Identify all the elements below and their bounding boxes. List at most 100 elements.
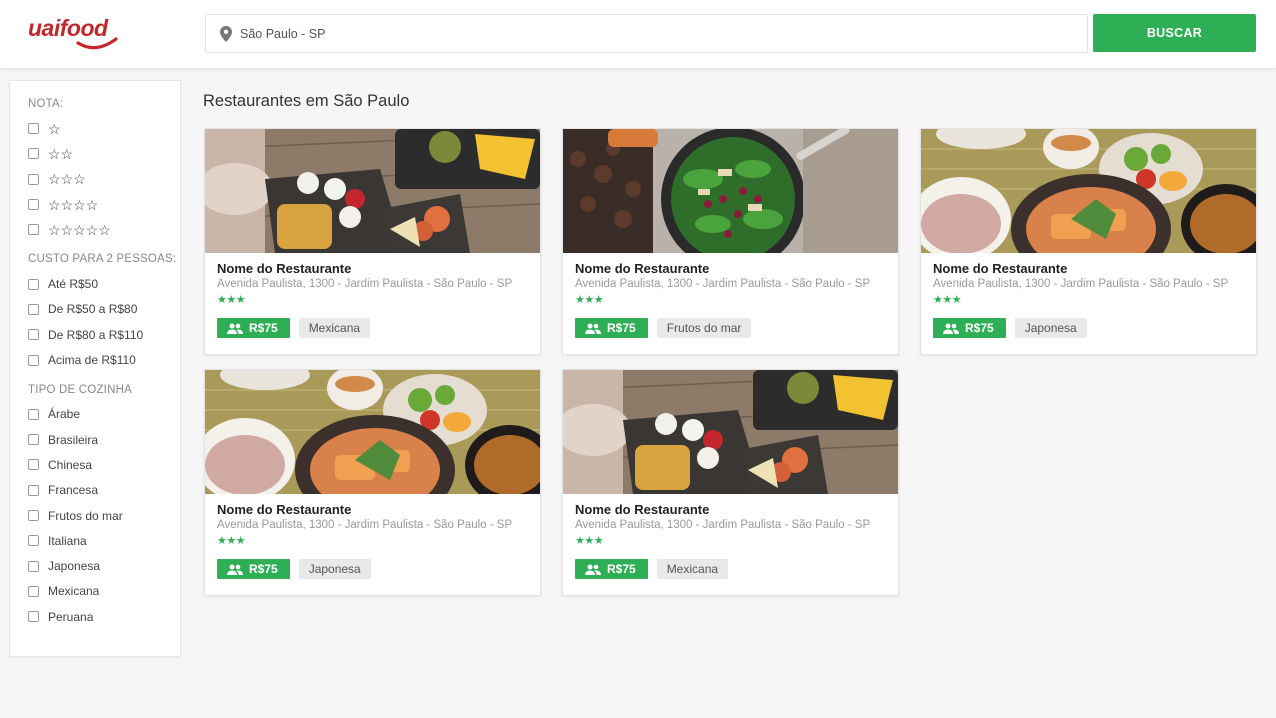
cost-filter-label: Até R$50 xyxy=(48,277,99,292)
checkbox[interactable] xyxy=(28,278,39,290)
salad-food-photo xyxy=(563,129,898,253)
cuisine-filter-option[interactable]: Japonesa xyxy=(28,553,180,578)
checkbox[interactable] xyxy=(28,510,39,521)
page-title: Restaurantes em São Paulo xyxy=(203,92,410,110)
checkbox[interactable] xyxy=(28,611,39,623)
restaurant-card[interactable]: Nome do Restaurante Avenida Paulista, 13… xyxy=(204,369,541,596)
cuisine-filter-label: Chinesa xyxy=(48,457,93,472)
price-value: R$75 xyxy=(607,321,636,335)
cuisine-filter-label: Japonesa xyxy=(48,559,101,574)
cuisine-badge: Japonesa xyxy=(1014,318,1087,338)
restaurant-name[interactable]: Nome do Restaurante xyxy=(217,261,528,276)
restaurant-name[interactable]: Nome do Restaurante xyxy=(217,502,528,517)
cuisine-filter-label: Italiana xyxy=(48,533,87,548)
japanese-food-photo xyxy=(921,129,1256,253)
cuisine-badge: Frutos do mar xyxy=(656,318,752,338)
cuisine-filter-option[interactable]: Italiana xyxy=(28,528,180,553)
cuisine-badge: Mexicana xyxy=(298,318,371,338)
restaurant-address: Avenida Paulista, 1300 - Jardim Paulista… xyxy=(575,519,871,531)
cuisine-badge: Japonesa xyxy=(298,559,371,579)
checkbox[interactable] xyxy=(28,459,39,471)
cost-filter-option[interactable]: De R$50 a R$80 xyxy=(28,297,180,322)
cuisine-filter-option[interactable]: Francesa xyxy=(28,478,180,503)
cost-filter-option[interactable]: De R$80 a R$110 xyxy=(28,322,180,347)
rating-filter-option-2[interactable]: ☆☆ xyxy=(28,141,180,166)
checkbox[interactable] xyxy=(28,408,39,420)
price-badge: R$75 xyxy=(217,318,290,338)
checkbox[interactable] xyxy=(28,224,39,236)
price-badge: R$75 xyxy=(933,318,1006,338)
search-button[interactable]: BUSCAR xyxy=(1093,14,1256,52)
cost-filter-option[interactable]: Até R$50 xyxy=(28,271,180,296)
location-search-input[interactable] xyxy=(240,26,1040,41)
star-outline-icon: ☆☆☆☆ xyxy=(48,196,99,213)
japanese-food-photo xyxy=(205,370,540,494)
restaurant-name[interactable]: Nome do Restaurante xyxy=(575,261,886,276)
restaurant-card[interactable]: Nome do Restaurante Avenida Paulista, 13… xyxy=(562,128,899,355)
rating-stars-icon: ★★★ xyxy=(575,535,604,547)
rating-filter-option-4[interactable]: ☆☆☆☆ xyxy=(28,192,180,217)
rating-stars-icon: ★★★ xyxy=(575,294,604,306)
location-pin-icon xyxy=(220,25,232,42)
restaurant-card[interactable]: Nome do Restaurante Avenida Paulista, 13… xyxy=(204,128,541,355)
cuisine-filter-option[interactable]: Mexicana xyxy=(28,579,180,604)
cuisine-filter-group: TIPO DE COZINHA Árabe Brasileira Chinesa… xyxy=(28,384,180,630)
cuisine-filter-option[interactable]: Chinesa xyxy=(28,452,180,477)
star-outline-icon: ☆☆☆ xyxy=(48,171,86,188)
cuisine-filter-label: Brasileira xyxy=(48,432,99,447)
cuisine-filter-label: Mexicana xyxy=(48,584,100,599)
rating-stars-icon: ★★★ xyxy=(217,294,246,306)
cuisine-filter-label: Francesa xyxy=(48,483,99,498)
price-badge: R$75 xyxy=(575,559,648,579)
rating-filter-option-1[interactable]: ☆ xyxy=(28,116,180,141)
rating-stars-icon: ★★★ xyxy=(933,294,962,306)
cuisine-filter-option[interactable]: Peruana xyxy=(28,604,180,629)
checkbox[interactable] xyxy=(28,173,39,185)
restaurant-name[interactable]: Nome do Restaurante xyxy=(933,261,1244,276)
checkbox[interactable] xyxy=(28,484,39,496)
checkbox[interactable] xyxy=(28,329,39,341)
cost-filter-option[interactable]: Acima de R$110 xyxy=(28,347,180,372)
rating-filter-group: NOTA: ☆ ☆☆ ☆☆☆ ☆☆☆☆ ☆☆☆☆☆ xyxy=(28,98,180,242)
checkbox[interactable] xyxy=(28,199,39,211)
restaurant-address: Avenida Paulista, 1300 - Jardim Paulista… xyxy=(575,278,871,290)
people-icon xyxy=(227,323,243,334)
checkbox[interactable] xyxy=(28,354,39,366)
checkbox[interactable] xyxy=(28,434,39,446)
checkbox[interactable] xyxy=(28,560,39,572)
cuisine-filter-option[interactable]: Árabe xyxy=(28,402,180,427)
mexican-food-photo xyxy=(205,129,540,253)
restaurant-address: Avenida Paulista, 1300 - Jardim Paulista… xyxy=(217,278,513,290)
location-search-field[interactable] xyxy=(205,14,1088,53)
star-outline-icon: ☆☆☆☆☆ xyxy=(48,221,111,238)
cuisine-filter-option[interactable]: Brasileira xyxy=(28,427,180,452)
mexican-food-photo xyxy=(563,370,898,494)
rating-stars-icon: ★★★ xyxy=(217,535,246,547)
star-outline-icon: ☆☆ xyxy=(48,145,74,162)
price-badge: R$75 xyxy=(217,559,290,579)
checkbox[interactable] xyxy=(28,148,39,160)
checkbox[interactable] xyxy=(28,123,39,135)
people-icon xyxy=(585,323,601,334)
checkbox[interactable] xyxy=(28,303,39,315)
people-icon xyxy=(585,564,601,575)
cuisine-filter-option[interactable]: Frutos do mar xyxy=(28,503,180,528)
star-outline-icon: ☆ xyxy=(48,120,61,137)
restaurant-address: Avenida Paulista, 1300 - Jardim Paulista… xyxy=(217,519,513,531)
people-icon xyxy=(227,564,243,575)
cuisine-filter-title: TIPO DE COZINHA xyxy=(28,383,132,396)
checkbox[interactable] xyxy=(28,535,39,547)
restaurant-card[interactable]: Nome do Restaurante Avenida Paulista, 13… xyxy=(562,369,899,596)
price-badge: R$75 xyxy=(575,318,648,338)
restaurant-card[interactable]: Nome do Restaurante Avenida Paulista, 13… xyxy=(920,128,1257,355)
cuisine-filter-label: Árabe xyxy=(48,407,81,422)
cost-filter-label: De R$80 a R$110 xyxy=(48,327,144,342)
price-value: R$75 xyxy=(249,321,278,335)
rating-filter-option-3[interactable]: ☆☆☆ xyxy=(28,167,180,192)
checkbox[interactable] xyxy=(28,585,39,597)
uaifood-logo[interactable]: uaifood xyxy=(28,12,123,54)
restaurant-address: Avenida Paulista, 1300 - Jardim Paulista… xyxy=(933,278,1229,290)
cost-filter-title: CUSTO PARA 2 PESSOAS: xyxy=(28,253,177,266)
rating-filter-option-5[interactable]: ☆☆☆☆☆ xyxy=(28,217,180,242)
restaurant-name[interactable]: Nome do Restaurante xyxy=(575,502,886,517)
